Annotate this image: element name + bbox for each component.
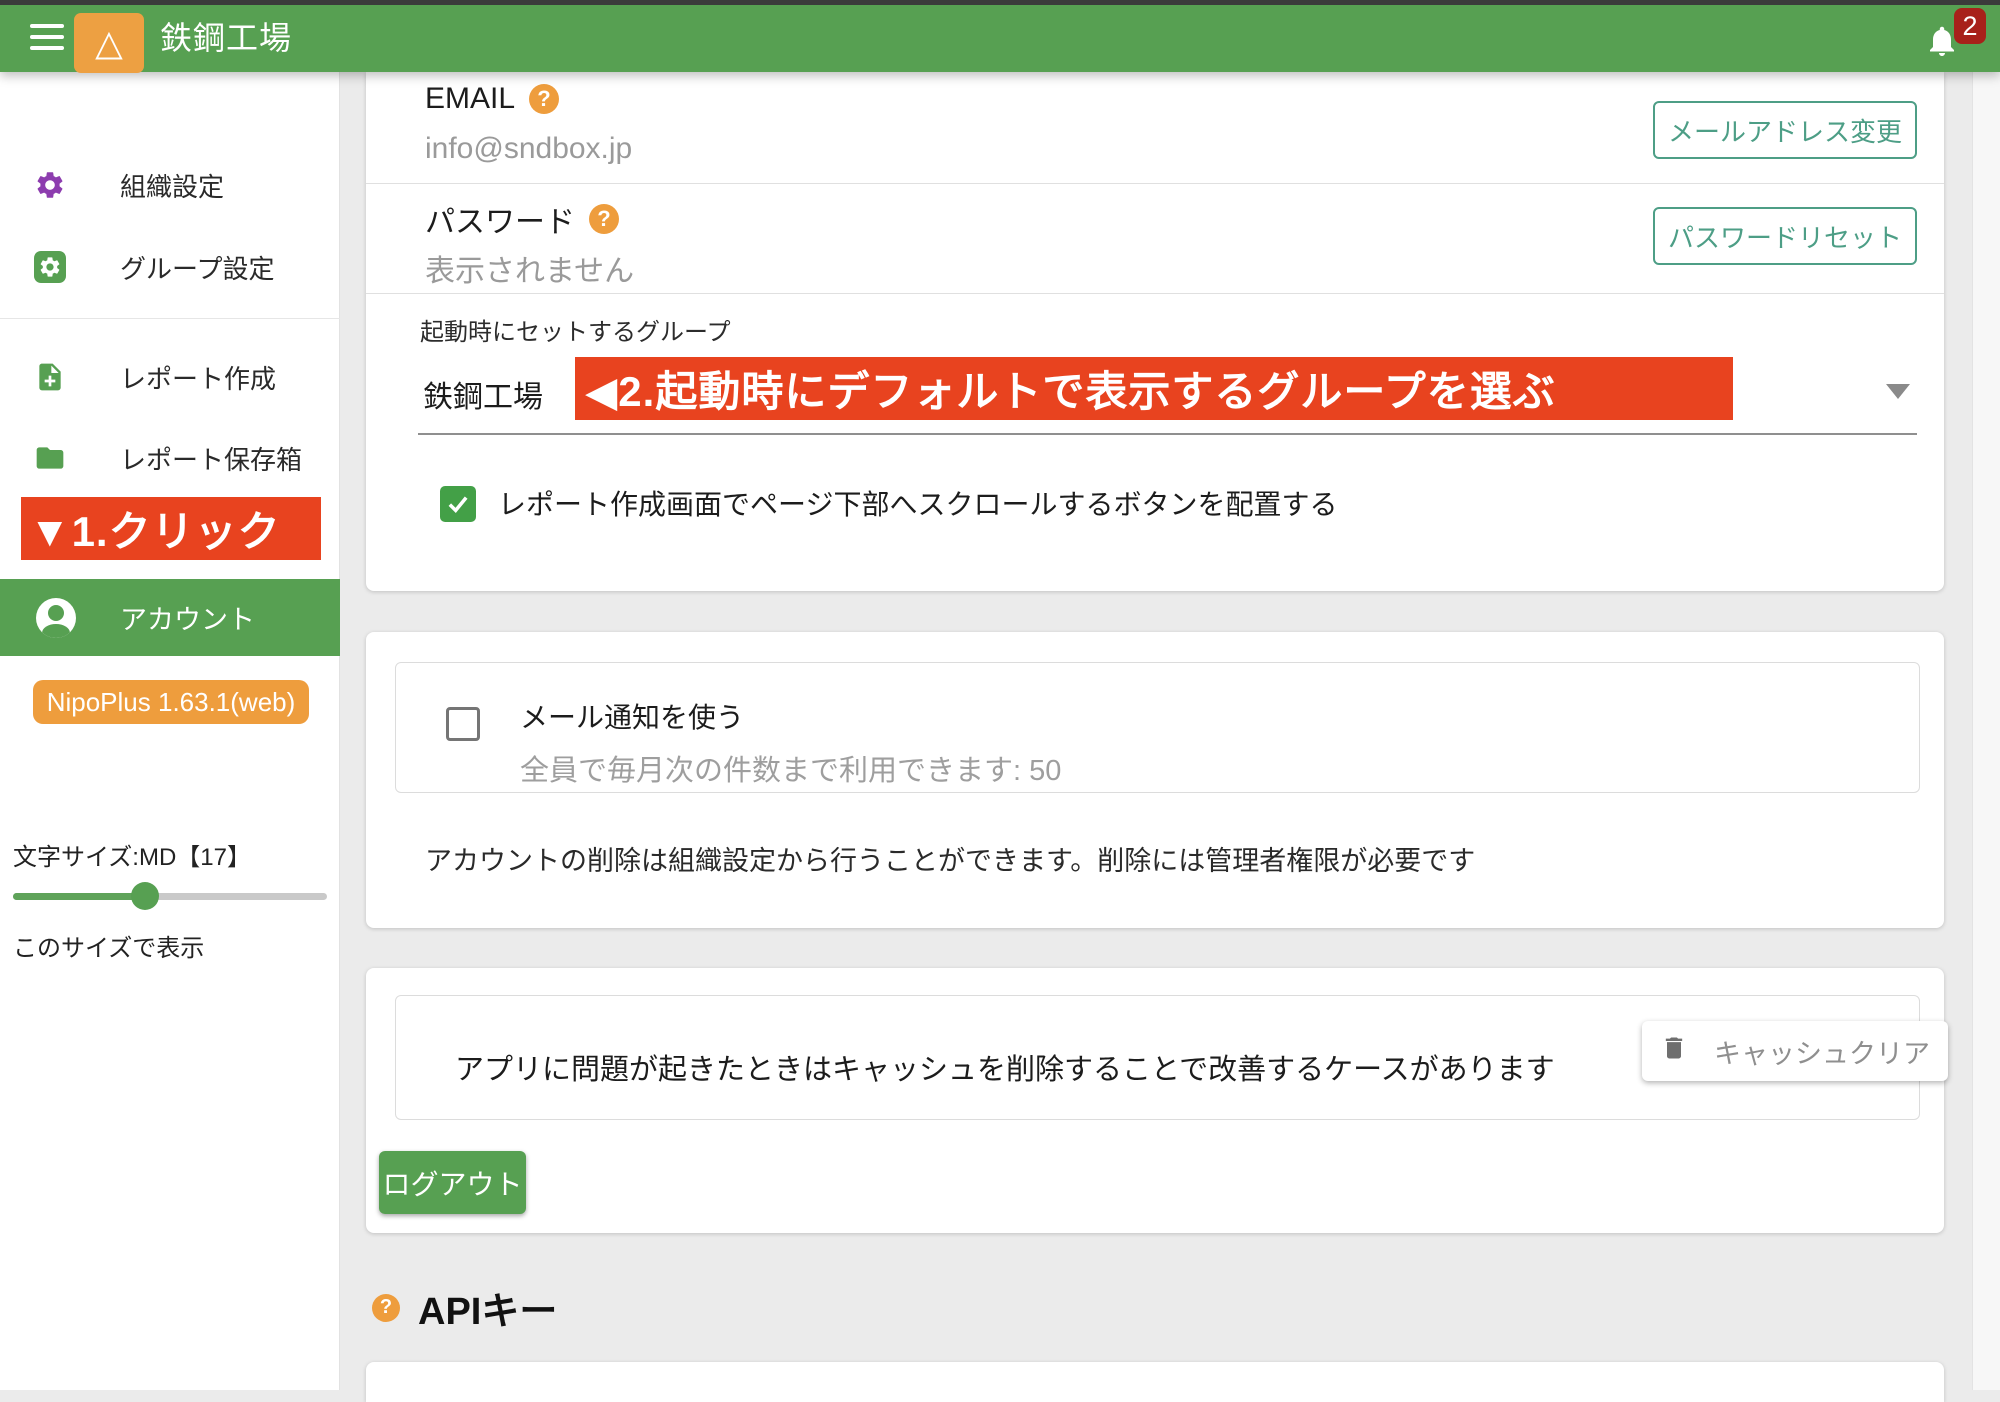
row-divider [366,293,1944,294]
cache-clear-label: キャッシュクリア [1714,1032,1930,1071]
password-value: 表示されません [425,246,634,290]
sidebar-item-account[interactable]: アカウント [0,579,340,656]
sidebar: 組織設定 グループ設定 レポート作成 レポート保存箱 ▼1.クリック アカウント [0,72,340,1390]
sidebar-item-label: グループ設定 [120,249,274,286]
notification-count-badge: 2 [1954,8,1986,44]
select-underline [418,433,1917,435]
gear-icon [34,169,66,201]
account-delete-note: アカウントの削除は組織設定から行うことができます。削除には管理者権限が必要です [425,839,1475,878]
scrollbar[interactable] [1972,72,2000,1390]
file-plus-icon [34,361,66,393]
font-size-note: このサイズで表示 [13,928,204,963]
sidebar-item-create-report[interactable]: レポート作成 [0,346,340,408]
sidebar-item-label: レポート作成 [120,359,276,396]
email-label-row: EMAIL [425,82,559,116]
annotation-step1-click: ▼1.クリック [21,497,321,560]
password-reset-button[interactable]: パスワードリセット [1653,207,1917,265]
email-label: EMAIL [425,82,515,116]
api-key-heading: APIキー [372,1280,557,1335]
slider-thumb[interactable] [131,882,159,910]
cache-note: アプリに問題が起きたときはキャッシュを削除することで改善するケースがあります [455,1046,1555,1088]
email-value: info@sndbox.jp [425,132,632,166]
api-key-title: APIキー [418,1280,557,1335]
app-logo-triangle-icon[interactable]: △ [74,13,144,73]
sidebar-item-group-settings[interactable]: グループ設定 [0,236,340,298]
slider-fill [13,893,145,900]
folder-icon [34,442,66,474]
scroll-checkbox-label: レポート作成画面でページ下部へスクロールするボタンを配置する [498,486,1337,524]
startup-group-label: 起動時にセットするグループ [420,312,731,347]
mail-notify-sub: 全員で毎月次の件数まで利用できます: 50 [520,747,1061,789]
cache-clear-button[interactable]: キャッシュクリア [1642,1021,1948,1081]
font-size-label: 文字サイズ:MD【17】 [13,837,251,872]
api-help-icon[interactable] [372,1294,400,1322]
mail-notify-box: メール通知を使う 全員で毎月次の件数まで利用できます: 50 [395,662,1920,793]
person-icon [36,598,76,638]
sidebar-item-label: アカウント [120,598,255,637]
password-label-row: パスワード [425,197,619,241]
group-gear-icon [34,251,66,283]
sidebar-item-report-box[interactable]: レポート保存箱 [0,427,340,489]
cache-card: アプリに問題が起きたときはキャッシュを削除することで改善するケースがあります キ… [366,968,1944,1233]
sidebar-divider [0,318,340,319]
startup-group-select[interactable]: 鉄鋼工場 [423,372,543,416]
window-top-strip [0,0,2000,5]
scroll-button-checkbox-row[interactable]: レポート作成画面でページ下部へスクロールするボタンを配置する [440,486,1337,524]
menu-icon[interactable] [30,24,64,50]
checkbox-unchecked-icon[interactable] [446,707,480,741]
password-help-icon[interactable] [589,204,619,234]
annotation-step2-select-group: ◀2.起動時にデフォルトで表示するグループを選ぶ [575,357,1733,420]
sidebar-item-label: レポート保存箱 [120,440,302,477]
account-settings-card: EMAIL info@sndbox.jp メールアドレス変更 パスワード 表示さ… [366,72,1944,591]
app-header: △ 鉄鋼工場 2 [0,0,2000,72]
font-size-slider[interactable] [13,882,327,910]
cache-box: アプリに問題が起きたときはキャッシュを削除することで改善するケースがあります キ… [395,995,1920,1120]
mail-notification-card: メール通知を使う 全員で毎月次の件数まで利用できます: 50 アカウントの削除は… [366,632,1944,928]
change-email-button[interactable]: メールアドレス変更 [1653,101,1917,159]
email-help-icon[interactable] [529,84,559,114]
chevron-down-icon[interactable] [1886,384,1910,399]
password-label: パスワード [425,197,575,241]
logout-button[interactable]: ログアウト [379,1151,526,1214]
sidebar-item-org-settings[interactable]: 組織設定 [0,154,340,216]
row-divider [366,183,1944,184]
sidebar-item-label: 組織設定 [120,167,224,204]
checkbox-checked-icon[interactable] [440,486,476,522]
app-version-badge: NipoPlus 1.63.1(web) [33,680,309,724]
mail-notify-checkbox-row[interactable]: メール通知を使う 全員で毎月次の件数まで利用できます: 50 [446,699,1061,789]
app-title: 鉄鋼工場 [160,0,292,72]
api-key-card [366,1362,1944,1402]
page: △ 鉄鋼工場 2 組織設定 グループ設定 レポート作成 [0,0,2000,1390]
mail-notify-label: メール通知を使う [520,699,1061,737]
trash-icon [1660,1034,1688,1069]
